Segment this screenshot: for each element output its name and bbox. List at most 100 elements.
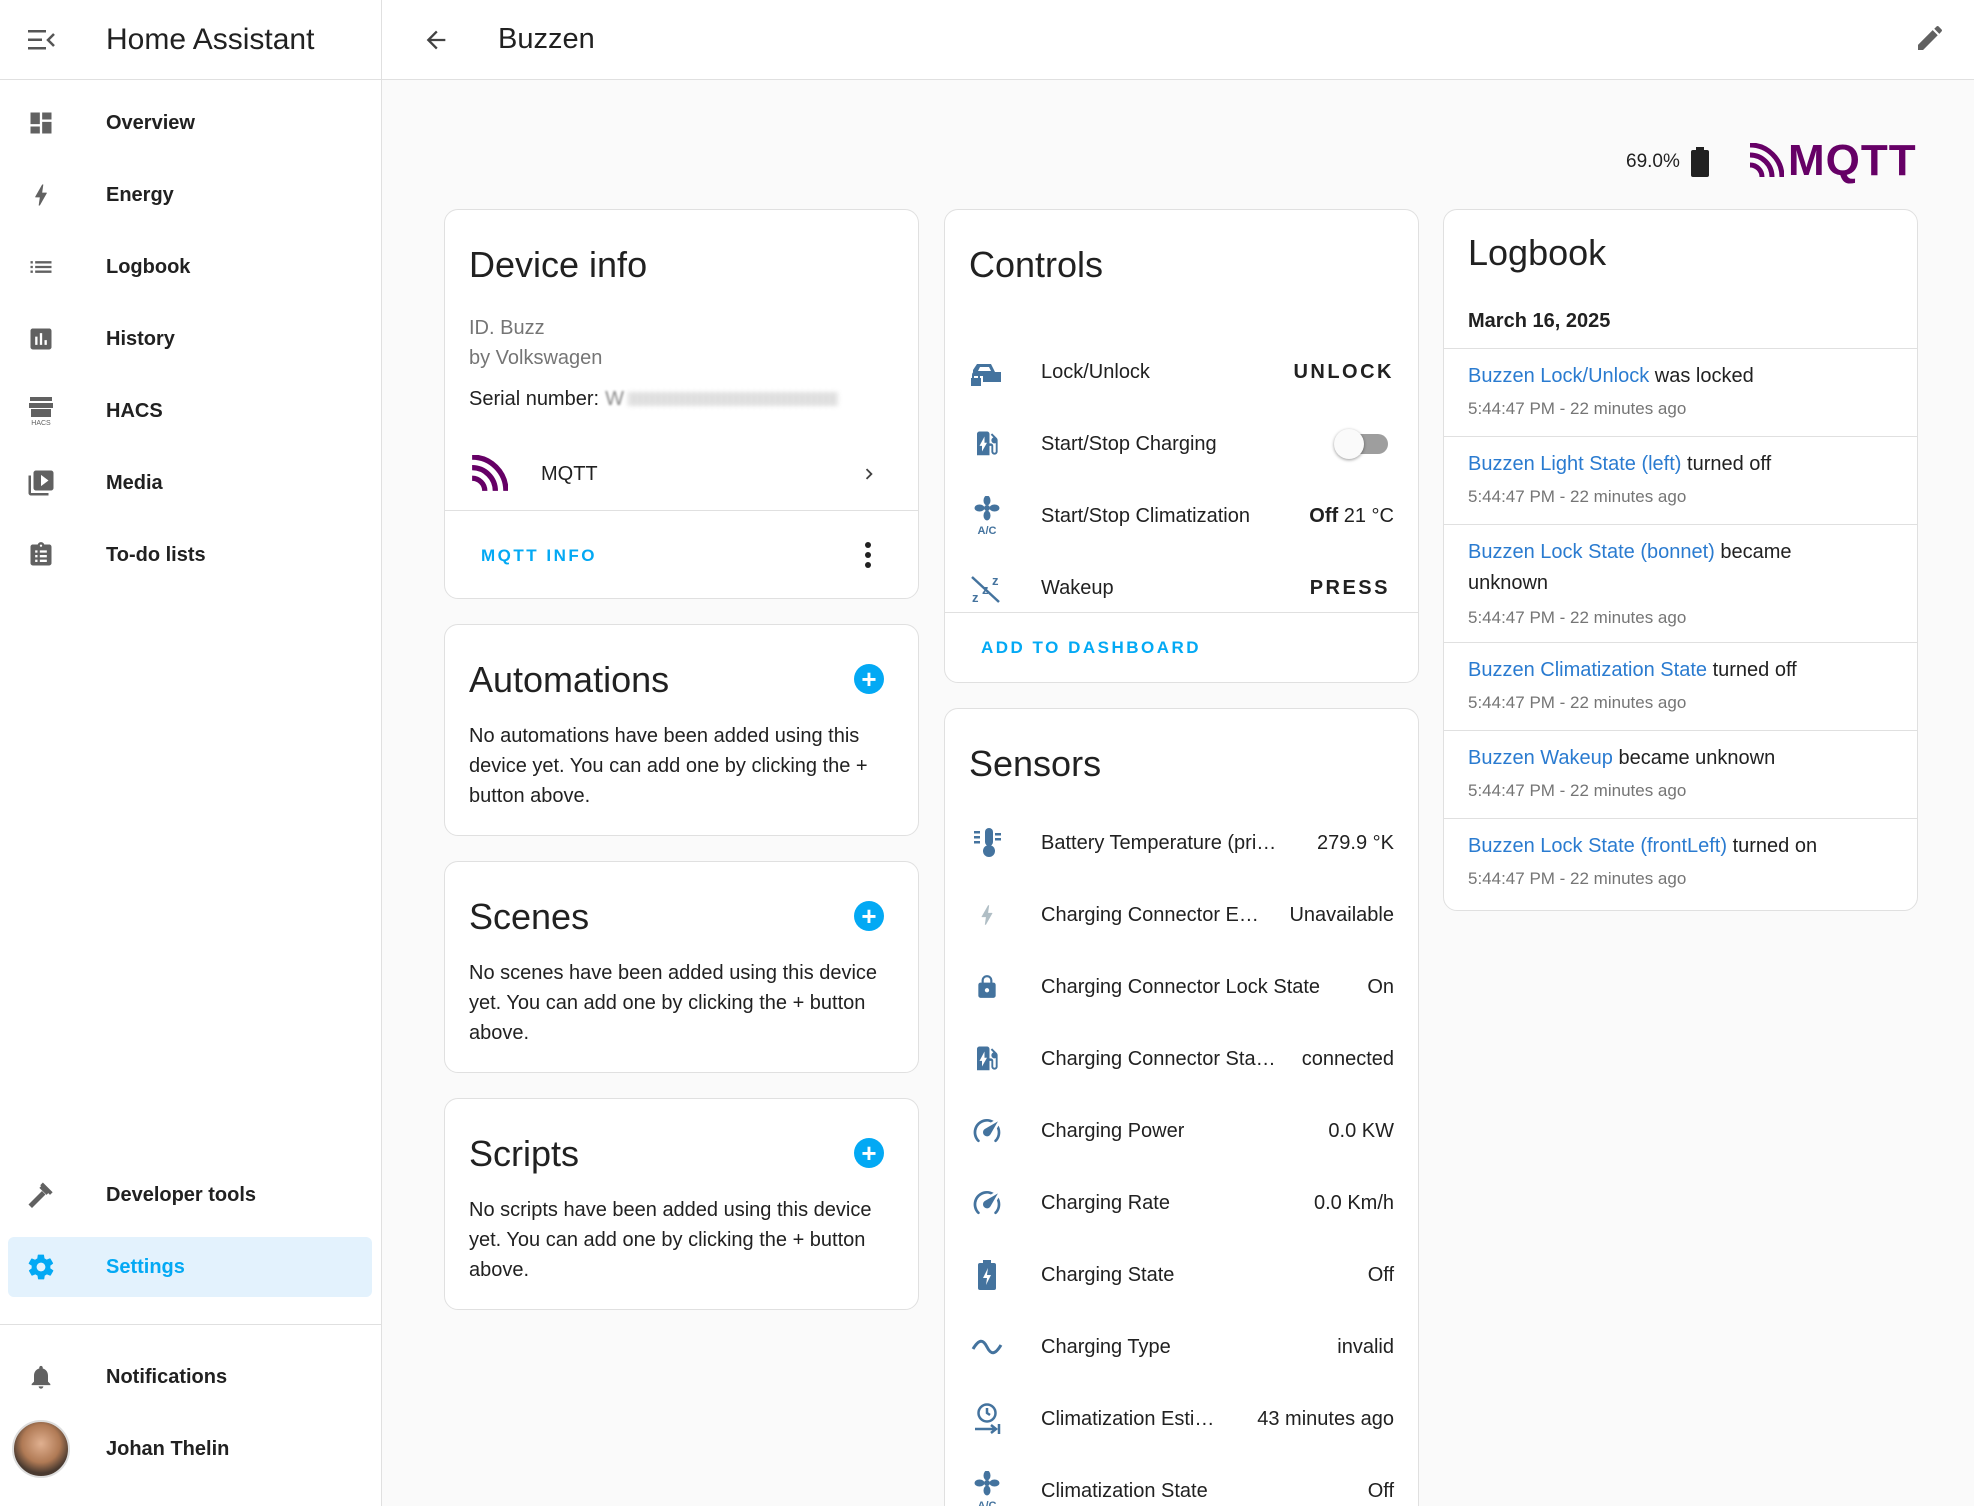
ev-station-icon	[967, 1039, 1007, 1079]
battery-indicator: 69.0%	[1626, 146, 1710, 178]
logbook-entry: Buzzen Lock State (frontLeft) turned on …	[1444, 818, 1917, 910]
page-title: Buzzen	[498, 23, 595, 55]
mqtt-info-button[interactable]: MQTT INFO	[481, 546, 597, 566]
hammer-icon	[8, 1180, 74, 1210]
sidebar-item-logbook[interactable]: Logbook	[8, 237, 372, 297]
sidebar-header: Home Assistant	[0, 0, 381, 80]
logbook-entry: Buzzen Wakeup became unknown 5:44:47 PM …	[1444, 730, 1917, 818]
car-lock-icon	[967, 352, 1007, 392]
entity-link[interactable]: Buzzen Lock State (bonnet)	[1468, 541, 1715, 563]
sidebar-item-label: Settings	[106, 1255, 185, 1278]
entity-link[interactable]: Buzzen Light State (left)	[1468, 453, 1681, 475]
sidebar-item-notifications[interactable]: Notifications	[8, 1347, 372, 1407]
entry-message: became unknown	[1612, 747, 1776, 769]
entry-time: 5:44:47 PM - 22 minutes ago	[1468, 781, 1687, 800]
sensor-value: Off	[1367, 1263, 1394, 1286]
clock-arrow-icon	[967, 1399, 1007, 1439]
control-row-lock: Lock/Unlock UNLOCK	[945, 342, 1418, 402]
sensor-name: Charging Type	[1041, 1335, 1171, 1358]
sidebar-item-hacs[interactable]: HACS HACS	[8, 381, 372, 441]
entry-time: 5:44:47 PM - 22 minutes ago	[1468, 487, 1687, 506]
sensor-row[interactable]: Charging Type invalid	[945, 1317, 1418, 1377]
sidebar-item-history[interactable]: History	[8, 309, 372, 369]
svg-text:HACS: HACS	[31, 420, 51, 427]
sensor-value: connected	[1301, 1047, 1394, 1070]
pencil-icon[interactable]	[1914, 22, 1946, 59]
mqtt-icon	[469, 454, 509, 494]
sensor-row[interactable]: Charging Connector E… Unavailable	[945, 885, 1418, 945]
battery-level: 69.0%	[1626, 151, 1680, 172]
gear-icon	[8, 1252, 74, 1282]
sidebar-item-settings[interactable]: Settings	[8, 1237, 372, 1297]
charging-toggle[interactable]	[1334, 429, 1388, 459]
back-arrow-icon[interactable]	[396, 0, 476, 80]
entry-message: turned off	[1681, 453, 1772, 475]
sidebar-divider	[0, 1324, 382, 1325]
thermometer-battery-icon	[967, 823, 1007, 863]
sensor-row[interactable]: Charging Connector Lock State On	[945, 957, 1418, 1017]
entry-text: Buzzen Climatization State turned off	[1468, 655, 1897, 686]
sensor-row[interactable]: Charging Rate 0.0 Km/h	[945, 1173, 1418, 1233]
press-button[interactable]: PRESS	[1310, 577, 1390, 600]
logbook-entry: Buzzen Lock State (bonnet) became unknow…	[1444, 524, 1917, 642]
sidebar-item-label: Johan Thelin	[106, 1437, 230, 1460]
sensor-row[interactable]: Charging State Off	[945, 1245, 1418, 1305]
sidebar-item-label: Logbook	[106, 255, 191, 278]
sensors-card: Sensors Battery Temperature (pri… 279.9 …	[944, 708, 1419, 1506]
sensor-name: Climatization State	[1041, 1479, 1208, 1502]
device-info-card: Device info ID. Buzz by Volkswagen Seria…	[444, 209, 919, 599]
card-text: No scripts have been added using this de…	[469, 1199, 872, 1281]
sidebar-item-label: Notifications	[106, 1365, 228, 1388]
scripts-card: Scripts + No scripts have been added usi…	[444, 1098, 919, 1310]
sensor-name: Charging Rate	[1041, 1191, 1170, 1214]
sidebar-item-overview[interactable]: Overview	[8, 93, 372, 153]
sensor-row[interactable]: A/C Climatization State Off	[945, 1461, 1418, 1506]
lightning-icon	[8, 181, 74, 209]
sidebar-item-label: Developer tools	[106, 1183, 257, 1206]
entry-time: 5:44:47 PM - 22 minutes ago	[1468, 399, 1687, 418]
serial-label: Serial number:	[469, 388, 600, 410]
sensor-name: Charging Connector E…	[1041, 903, 1259, 926]
sensor-row[interactable]: Charging Power 0.0 KW	[945, 1101, 1418, 1161]
card-title: Logbook	[1468, 232, 1607, 273]
add-script-button[interactable]: +	[854, 1138, 884, 1168]
avatar	[8, 1420, 74, 1478]
logbook-date: March 16, 2025	[1468, 310, 1611, 332]
integration-row[interactable]: MQTT	[445, 444, 918, 504]
unlock-button[interactable]: UNLOCK	[1293, 361, 1394, 384]
mqtt-logo: MQTT	[1748, 136, 1917, 186]
sidebar-item-energy[interactable]: Energy	[8, 165, 372, 225]
entity-link[interactable]: Buzzen Lock/Unlock	[1468, 365, 1649, 387]
entry-text: Buzzen Lock/Unlock was locked	[1468, 361, 1897, 392]
collapse-menu-icon[interactable]	[0, 0, 82, 80]
sidebar-item-todo[interactable]: To-do lists	[8, 525, 372, 585]
integration-name: MQTT	[541, 462, 598, 485]
sensor-name: Battery Temperature (pri…	[1041, 831, 1277, 854]
sleep-off-icon: zzz	[967, 568, 1007, 608]
sensor-name: Charging Connector Lock State	[1041, 975, 1321, 998]
sidebar-item-label: Media	[106, 471, 163, 494]
svg-text:A/C: A/C	[978, 1500, 997, 1506]
climate-state[interactable]: Off 21 °C	[1309, 505, 1394, 528]
control-name: Lock/Unlock	[1041, 360, 1150, 383]
entity-link[interactable]: Buzzen Lock State (frontLeft)	[1468, 835, 1727, 857]
sensor-row[interactable]: Climatization Esti… 43 minutes ago	[945, 1389, 1418, 1449]
sidebar-item-profile[interactable]: Johan Thelin	[8, 1419, 372, 1479]
sensor-row[interactable]: Battery Temperature (pri… 279.9 °K	[945, 813, 1418, 873]
mqtt-signal-icon	[1748, 143, 1784, 179]
entity-link[interactable]: Buzzen Wakeup	[1468, 747, 1613, 769]
climate-state-value: Off	[1309, 504, 1339, 527]
fan-ac-icon: A/C	[967, 496, 1007, 536]
sidebar-item-media[interactable]: Media	[8, 453, 372, 513]
sine-wave-icon	[967, 1327, 1007, 1367]
sensor-row[interactable]: Charging Connector Sta… connected	[945, 1029, 1418, 1089]
entity-link[interactable]: Buzzen Climatization State	[1468, 659, 1707, 681]
add-to-dashboard-button[interactable]: ADD TO DASHBOARD	[981, 638, 1201, 658]
sensor-name: Charging Power	[1041, 1119, 1185, 1142]
add-scene-button[interactable]: +	[854, 901, 884, 931]
card-title: Sensors	[969, 743, 1102, 784]
more-vert-icon[interactable]	[864, 542, 872, 568]
climate-temperature: 21 °C	[1343, 504, 1394, 527]
add-automation-button[interactable]: +	[854, 664, 884, 694]
sidebar-item-developer-tools[interactable]: Developer tools	[8, 1165, 372, 1225]
